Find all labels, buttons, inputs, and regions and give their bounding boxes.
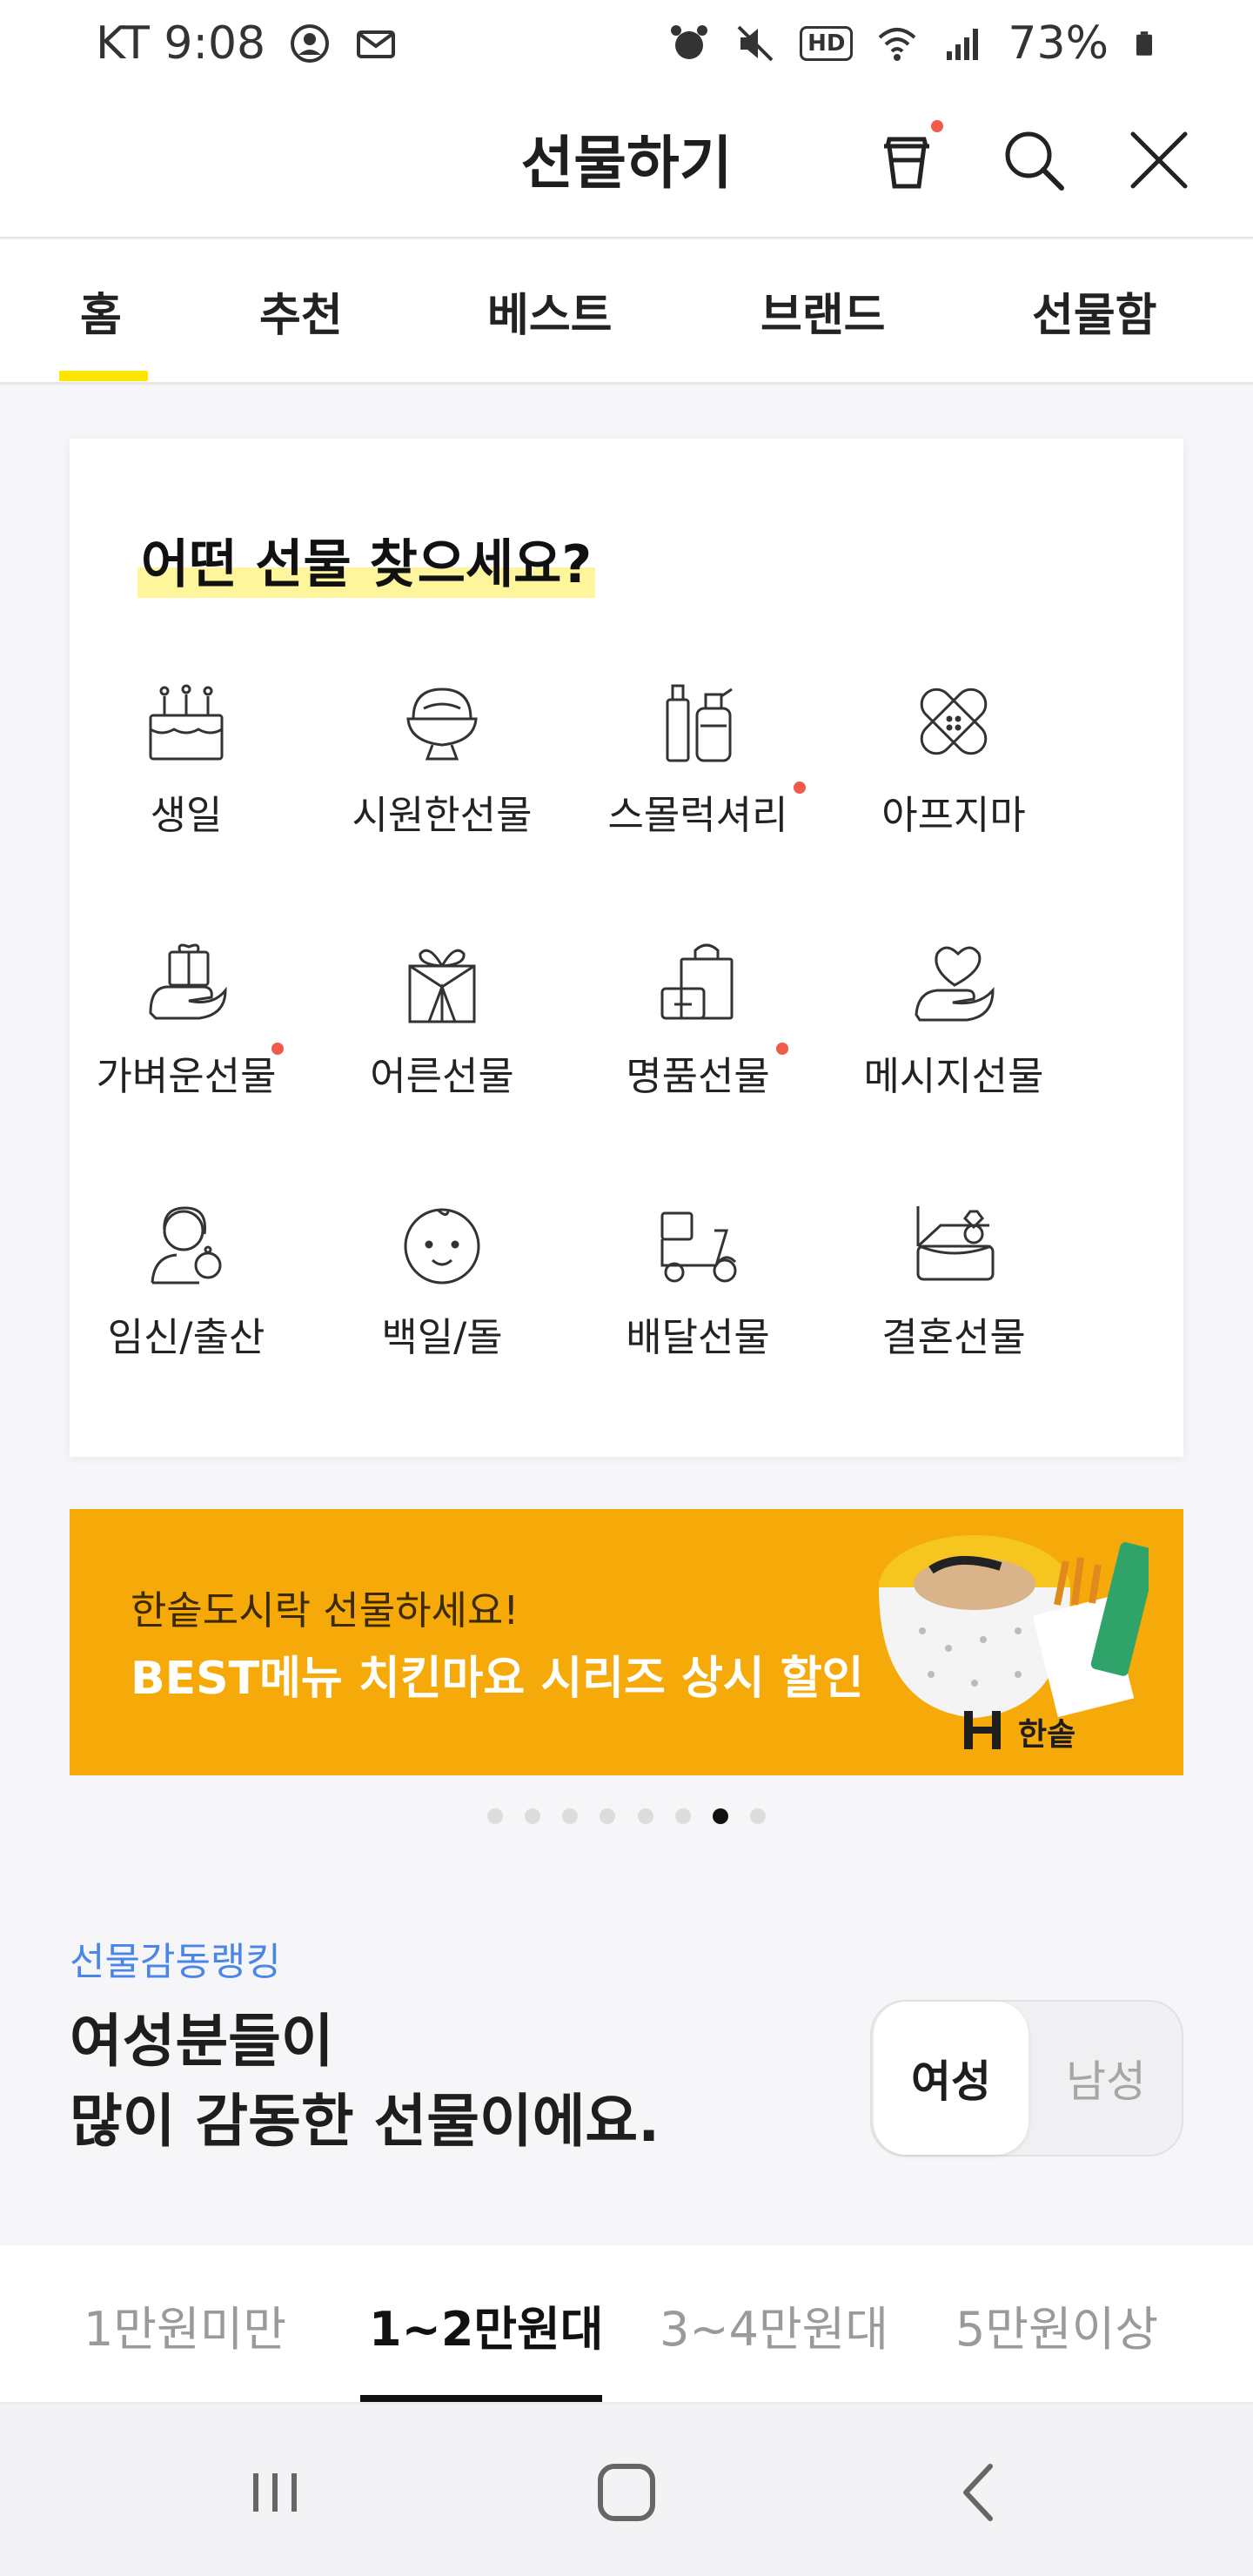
category-label: 아프지마 [881,792,1026,838]
new-badge-dot [271,1043,284,1055]
ranking-title: 여성분들이 많이 감동한 선물이에요. [70,2002,660,2162]
gift-category-card: 어떤 선물 찾으세요? 생일 시원한선물 스몰럭셔리 아프지마 가벼운선물 어른… [70,439,1183,1457]
carousel-dot[interactable] [562,1808,579,1824]
category-wedding-gift[interactable]: 결혼선물 [823,1196,1084,1370]
active-tab-indicator [59,371,148,381]
hansot-logo-icon [964,1711,1001,1749]
carousel-dot[interactable] [600,1808,616,1824]
account-icon [291,24,330,63]
battery-icon [1136,31,1152,56]
system-nav-bar [0,2404,1253,2576]
ranking-title-line2: 많이 감동한 선물이에요. [70,2088,660,2155]
gender-male-button[interactable]: 남성 [1029,2002,1183,2155]
recent-apps-icon[interactable] [240,2458,310,2527]
category-luxury-gift[interactable]: 명품선물 [567,935,828,1109]
lunchbox-food-icon [879,1535,1149,1718]
gender-female-button[interactable]: 여성 [874,2002,1029,2155]
tab-price-10k-20k[interactable]: 1~2만원대 [369,2291,603,2359]
back-icon[interactable] [943,2458,1013,2527]
category-label: 어른선물 [370,1053,514,1099]
gender-toggle: 여성 남성 [870,2000,1183,2157]
shopping-bag-icon [660,943,734,1020]
mute-icon [737,25,774,62]
cosmetics-bottles-icon [666,684,733,762]
app-header: 선물하기 [0,87,1253,238]
category-label: 생일 [150,792,223,838]
banner-title: BEST메뉴 치킨마요 시리즈 상시 할인 [131,1653,864,1705]
tab-best[interactable]: 베스트 [487,278,613,344]
signal-icon [947,29,979,60]
category-cool-gift[interactable]: 시원한선물 [312,674,573,848]
category-label: 임신/출산 [107,1314,265,1360]
status-bar: KT 9:08 HD 73% [0,0,1253,87]
price-range-tabs: 1만원미만 1~2만원대 3~4만원대 5만원이상 [0,2245,1253,2404]
banner-brand-text: 한솥 [1018,1717,1076,1753]
main-tab-bar: 홈 추천 베스트 브랜드 선물함 [0,240,1253,385]
gift-box-button[interactable] [872,120,943,195]
category-message-gift[interactable]: 메시지선물 [823,935,1084,1109]
baby-face-icon [404,1208,480,1285]
category-delivery-gift[interactable]: 배달선물 [567,1196,828,1370]
tab-recommend[interactable]: 추천 [259,278,343,344]
birthday-cake-icon [149,684,224,761]
cup-icon [884,137,929,189]
category-light-gift[interactable]: 가벼운선물 [56,935,317,1109]
category-label: 스몰럭셔리 [607,792,788,838]
promo-banner[interactable]: 한솥도시락 선물하세요! BEST메뉴 치킨마요 시리즈 상시 할인 한솥 [70,1509,1183,1775]
close-icon [1130,131,1188,189]
carousel-dot[interactable] [487,1808,504,1824]
ranking-title-line1: 여성분들이 [70,2008,334,2075]
category-label: 명품선물 [626,1053,770,1099]
wifi-icon [879,28,916,61]
category-elder-gift[interactable]: 어른선물 [312,935,573,1109]
category-label: 백일/돌 [381,1314,503,1360]
tab-giftbox[interactable]: 선물함 [1032,278,1157,344]
carousel-dot[interactable] [674,1808,691,1824]
carousel-dot[interactable] [525,1808,541,1824]
category-label: 결혼선물 [881,1314,1026,1360]
delivery-scooter-icon [660,1211,737,1283]
gift-in-hand-icon [149,943,227,1020]
carousel-dot[interactable] [749,1808,766,1824]
tab-price-over-50k[interactable]: 5만원이상 [955,2291,1158,2359]
notification-dot [931,120,943,132]
heart-in-hand-icon [915,946,995,1022]
home-icon[interactable] [592,2458,661,2527]
battery-percent: 73% [1008,17,1109,70]
search-icon [1005,131,1064,191]
category-label: 시원한선물 [352,792,533,838]
carousel-dot[interactable] [637,1808,653,1824]
hd-voice-icon: HD [800,26,854,61]
bandage-icon [920,688,988,755]
category-label: 배달선물 [626,1314,770,1360]
tab-price-under-10k[interactable]: 1만원미만 [84,2291,286,2359]
category-label: 메시지선물 [863,1053,1044,1099]
close-button[interactable] [1124,125,1194,195]
ranking-eyebrow: 선물감동랭킹 [70,1940,281,1984]
category-pregnancy[interactable]: 임신/출산 [56,1196,317,1370]
carousel-indicator [0,1808,1253,1826]
alarm-icon [671,25,708,59]
banner-subtitle: 한솥도시락 선물하세요! [131,1587,519,1633]
carrier-time: KT 9:08 [96,17,266,70]
carousel-dot-active[interactable] [712,1808,728,1824]
card-heading: 어떤 선물 찾으세요? [137,522,596,598]
ring-box-icon [916,1206,995,1281]
category-small-luxury[interactable]: 스몰럭셔리 [567,674,828,848]
category-get-well[interactable]: 아프지마 [823,674,1084,848]
new-badge-dot [776,1043,788,1055]
tab-brand[interactable]: 브랜드 [761,278,886,344]
mother-baby-icon [151,1206,222,1285]
mail-icon [357,30,396,58]
category-first-birthday[interactable]: 백일/돌 [312,1196,573,1370]
wrapped-gift-icon [408,949,476,1023]
new-badge-dot [794,782,806,794]
search-button[interactable] [999,125,1069,195]
category-birthday[interactable]: 생일 [56,674,317,848]
tab-price-30k-40k[interactable]: 3~4만원대 [660,2291,888,2359]
shaved-ice-icon [406,688,478,761]
active-price-tab-indicator [360,2395,602,2402]
tab-home[interactable]: 홈 [80,278,122,344]
